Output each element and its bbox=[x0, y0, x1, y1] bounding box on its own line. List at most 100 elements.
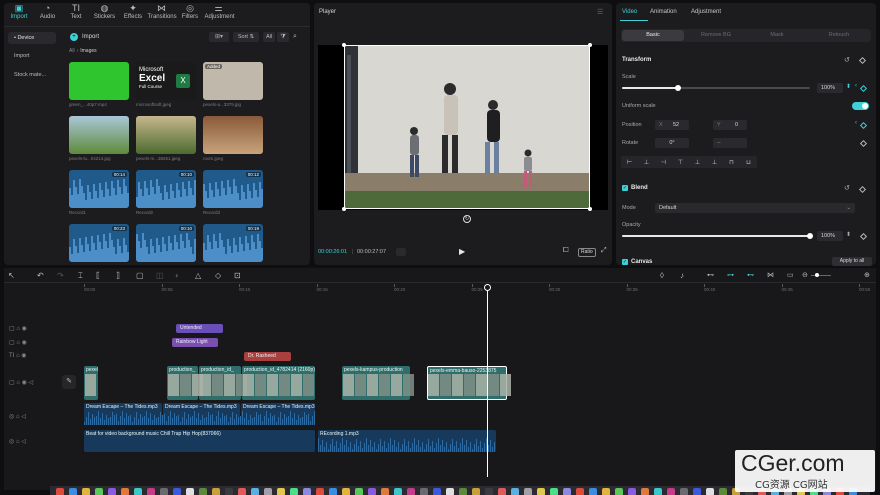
dock-app-icon[interactable] bbox=[290, 488, 298, 495]
dock-app-icon[interactable] bbox=[524, 488, 532, 495]
resize-handle-tr[interactable] bbox=[588, 43, 592, 47]
dock-app-icon[interactable] bbox=[563, 488, 571, 495]
reverse-icon[interactable]: ◐ bbox=[175, 271, 180, 280]
dock-app-icon[interactable] bbox=[719, 488, 727, 495]
align-vcenter-icon[interactable]: ⊥ bbox=[689, 159, 706, 166]
dock-app-icon[interactable] bbox=[264, 488, 272, 495]
dock-app-icon[interactable] bbox=[680, 488, 688, 495]
breadcrumb-folder[interactable]: Images bbox=[80, 48, 96, 54]
dock-app-icon[interactable] bbox=[342, 488, 350, 495]
dock-app-icon[interactable] bbox=[537, 488, 545, 495]
dock-app-icon[interactable] bbox=[355, 488, 363, 495]
dock-app-icon[interactable] bbox=[147, 488, 155, 495]
align-distribute-icon[interactable]: ⊔ bbox=[740, 159, 757, 166]
dock-app-icon[interactable] bbox=[511, 488, 519, 495]
audio-clip-beat[interactable]: Beat for video background music Chill Tr… bbox=[84, 430, 315, 452]
select-tool-icon[interactable]: ↖ bbox=[8, 271, 15, 280]
split-right-icon[interactable]: ⟧ bbox=[116, 271, 120, 280]
dock-app-icon[interactable] bbox=[498, 488, 506, 495]
audio1-track-controls-icon[interactable]: ◎ ⌂ ◁ bbox=[9, 413, 26, 420]
scale-input[interactable]: 100% bbox=[817, 83, 843, 93]
dock-app-icon[interactable] bbox=[82, 488, 90, 495]
reset-transform-icon[interactable]: ↺ bbox=[844, 56, 850, 64]
media-thumb[interactable]: 00:10 bbox=[136, 170, 196, 208]
dock-app-icon[interactable] bbox=[407, 488, 415, 495]
media-thumb[interactable]: 00:10 bbox=[136, 224, 196, 262]
player-menu-icon[interactable]: ☰ bbox=[597, 8, 603, 16]
text-track-lock-icon[interactable]: ▢ ⌂ ◉ bbox=[9, 325, 27, 332]
dock-app-icon[interactable] bbox=[121, 488, 129, 495]
split-left-icon[interactable]: ⟦ bbox=[96, 271, 100, 280]
audio2-track-controls-icon[interactable]: ◎ ⌂ ◁ bbox=[9, 438, 26, 445]
media-thumb[interactable]: 00:23 bbox=[69, 224, 129, 262]
dock-app-icon[interactable] bbox=[641, 488, 649, 495]
tool-filters[interactable]: ◎ Filters bbox=[176, 3, 204, 20]
sidebar-item-stock[interactable]: Stock mate... bbox=[8, 69, 56, 81]
search-icon[interactable]: ⌕ bbox=[293, 32, 303, 42]
tab-animation[interactable]: Animation bbox=[650, 9, 677, 15]
align-justify-icon[interactable]: ⊓ bbox=[723, 159, 740, 166]
dock-app-icon[interactable] bbox=[615, 488, 623, 495]
align-left-icon[interactable]: ⊢ bbox=[621, 159, 638, 166]
dock-app-icon[interactable] bbox=[225, 488, 233, 495]
fit-screen-icon[interactable]: ⧠ bbox=[563, 247, 569, 255]
tool-adjustment[interactable]: ⚌ Adjustment bbox=[205, 3, 235, 20]
align-bottom-icon[interactable]: ⊥ bbox=[706, 159, 723, 166]
blend-checkbox[interactable]: ✓ bbox=[622, 185, 628, 191]
play-icon[interactable]: ▶ bbox=[459, 247, 465, 256]
uniform-scale-toggle[interactable] bbox=[852, 102, 869, 110]
media-thumb[interactable]: 00:12 bbox=[203, 170, 263, 208]
media-thumb[interactable]: Added bbox=[203, 62, 263, 100]
rotate-handle-icon[interactable]: ↻ bbox=[463, 215, 471, 223]
linkage-icon[interactable]: ⊷ bbox=[747, 271, 754, 279]
media-thumb[interactable]: 00:14 bbox=[69, 170, 129, 208]
ratio-button[interactable]: Ratio bbox=[578, 248, 596, 257]
position-x-input[interactable]: X 52 bbox=[655, 120, 689, 130]
dock-app-icon[interactable] bbox=[459, 488, 467, 495]
tool-effects[interactable]: ✦ Effects bbox=[119, 3, 147, 20]
text-clip-rasheed[interactable]: Dr. Rasheed bbox=[244, 352, 291, 361]
media-thumb[interactable] bbox=[69, 116, 129, 154]
apply-to-all-button[interactable]: Apply to all bbox=[832, 257, 872, 266]
zoom-slider[interactable] bbox=[811, 275, 831, 276]
tool-stickers[interactable]: ◍ Stickers bbox=[91, 3, 119, 20]
dock-app-icon[interactable] bbox=[108, 488, 116, 495]
dock-app-icon[interactable] bbox=[706, 488, 714, 495]
microphone-icon[interactable]: ♪ bbox=[680, 271, 684, 280]
dock-app-icon[interactable] bbox=[199, 488, 207, 495]
text2-track-lock-icon[interactable]: TI ⌂ ◉ bbox=[9, 352, 27, 359]
dock-app-icon[interactable] bbox=[303, 488, 311, 495]
freeze-icon[interactable]: ◫ bbox=[156, 271, 164, 280]
sort-button[interactable]: Sort ⇅ bbox=[233, 32, 259, 42]
dock-app-icon[interactable] bbox=[420, 488, 428, 495]
dock-app-icon[interactable] bbox=[69, 488, 77, 495]
text-clip-untended[interactable]: Untended bbox=[176, 324, 223, 333]
dock-app-icon[interactable] bbox=[602, 488, 610, 495]
tab-adjustment[interactable]: Adjustment bbox=[691, 9, 721, 15]
media-thumb[interactable] bbox=[136, 116, 196, 154]
media-thumb[interactable] bbox=[203, 116, 263, 154]
dock-app-icon[interactable] bbox=[134, 488, 142, 495]
link-main-icon[interactable]: ⊷ bbox=[707, 271, 714, 279]
tool-audio[interactable]: ◔ Audio bbox=[34, 3, 62, 20]
filter-icon[interactable]: ⧩ bbox=[277, 32, 289, 42]
dock-app-icon[interactable] bbox=[186, 488, 194, 495]
reset-blend-icon[interactable]: ↺ bbox=[844, 184, 850, 192]
zoom-out-icon[interactable]: ⊖ bbox=[802, 271, 808, 279]
redo-icon[interactable]: ↷ bbox=[57, 271, 64, 280]
dock-app-icon[interactable] bbox=[381, 488, 389, 495]
dock-app-icon[interactable] bbox=[394, 488, 402, 495]
align-top-icon[interactable]: ⊤ bbox=[672, 159, 689, 166]
dock-app-icon[interactable] bbox=[576, 488, 584, 495]
dock-app-icon[interactable] bbox=[277, 488, 285, 495]
resize-handle-bl[interactable] bbox=[342, 207, 346, 211]
opacity-slider-thumb[interactable] bbox=[807, 233, 813, 239]
dock-app-icon[interactable] bbox=[693, 488, 701, 495]
caption-icon[interactable]: ▭ bbox=[787, 271, 794, 279]
sidebar-item-device[interactable]: • Device bbox=[8, 32, 56, 44]
dock-app-icon[interactable] bbox=[173, 488, 181, 495]
frame-step-icon[interactable] bbox=[396, 248, 406, 256]
canvas-checkbox[interactable]: ✓ bbox=[622, 259, 628, 265]
rotate-mirror-input[interactable]: -- bbox=[713, 138, 747, 148]
dock-app-icon[interactable] bbox=[95, 488, 103, 495]
